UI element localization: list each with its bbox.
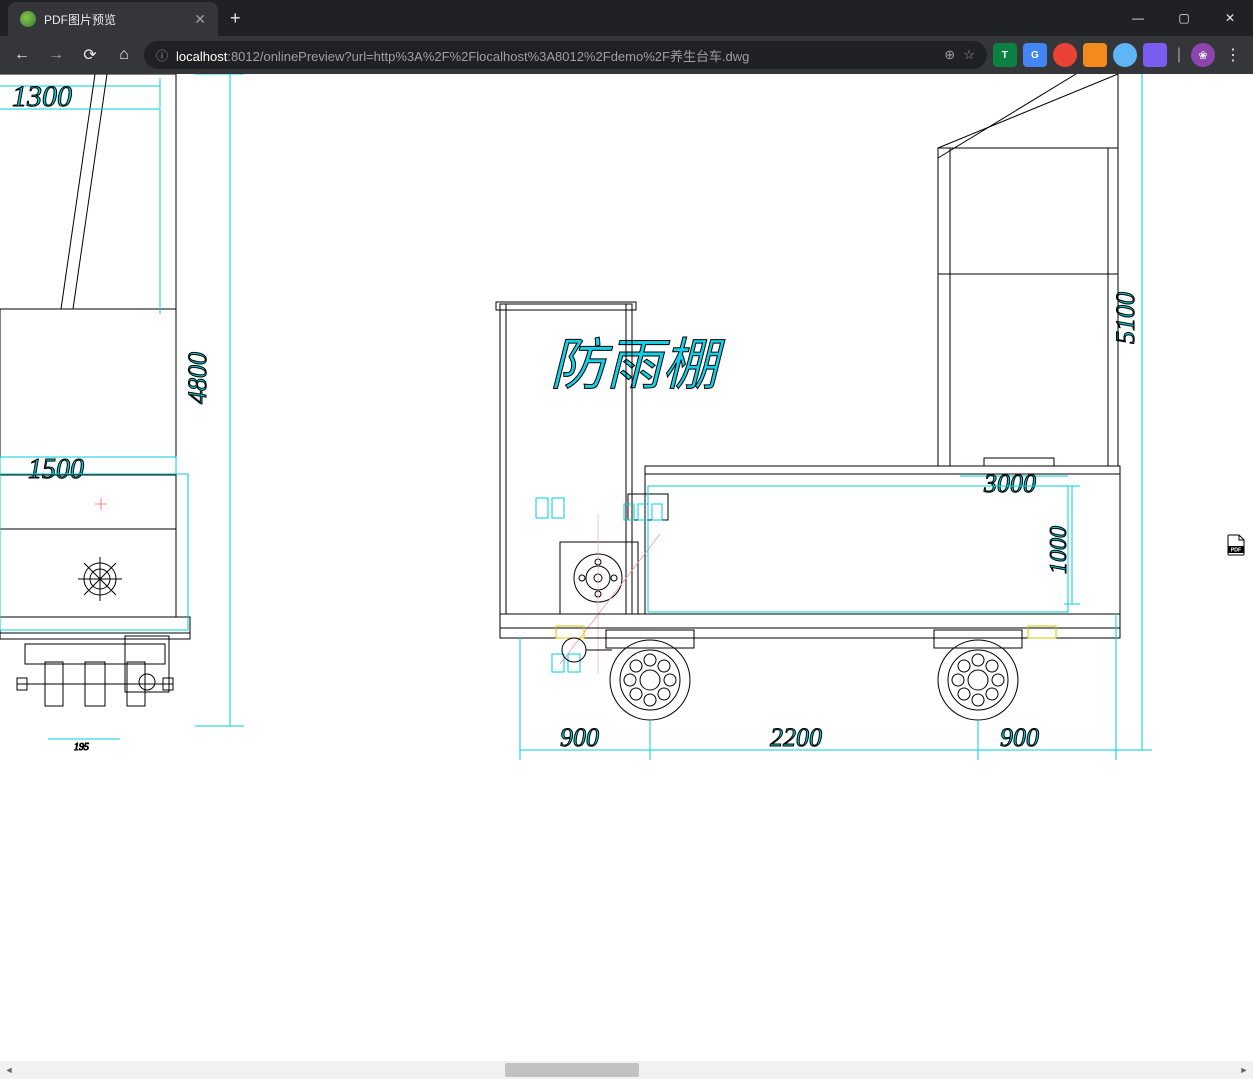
browser-tab[interactable]: PDF图片预览 ✕	[8, 2, 218, 36]
bookmark-star-icon[interactable]: ☆	[963, 47, 975, 63]
dim-4800: 4800	[183, 352, 212, 404]
extensions-separator: |	[1173, 46, 1185, 64]
extension-icon[interactable]	[1053, 43, 1077, 67]
browser-menu-button[interactable]: ⋮	[1221, 43, 1245, 67]
tab-favicon	[20, 11, 36, 27]
browser-toolbar: ← → ⟳ ⌂ ⓘ localhost:8012/onlinePreview?u…	[0, 36, 1253, 74]
cad-drawing-canvas: 4800 1300 1500	[0, 74, 1253, 1061]
address-bar[interactable]: ⓘ localhost:8012/onlinePreview?url=http%…	[144, 41, 987, 69]
label-rain-shelter: 防雨棚	[550, 333, 726, 396]
reload-button[interactable]: ⟳	[76, 41, 104, 69]
horizontal-scrollbar[interactable]: ◄ ►	[0, 1061, 1253, 1079]
zoom-icon[interactable]: ⊕	[944, 47, 955, 63]
new-tab-button[interactable]: +	[218, 8, 253, 29]
extension-icon[interactable]: G	[1023, 43, 1047, 67]
home-button[interactable]: ⌂	[110, 41, 138, 69]
dim-5100: 5100	[1111, 292, 1140, 344]
pdf-download-badge[interactable]: PDF	[1226, 534, 1246, 556]
tab-close-icon[interactable]: ✕	[194, 11, 206, 28]
dim-1500: 1500	[28, 454, 84, 485]
dim-1300: 1300	[12, 80, 72, 113]
tab-title: PDF图片预览	[44, 11, 116, 28]
url-path: :8012/onlinePreview?url=http%3A%2F%2Floc…	[227, 49, 749, 64]
extension-icon[interactable]	[1113, 43, 1137, 67]
window-close-button[interactable]: ✕	[1207, 0, 1253, 36]
dim-900b: 900	[1000, 723, 1039, 752]
svg-text:PDF: PDF	[1231, 548, 1241, 554]
profile-avatar[interactable]: ❀	[1191, 43, 1215, 67]
extension-icon[interactable]	[1143, 43, 1167, 67]
url-host: localhost	[176, 49, 227, 64]
back-button[interactable]: ←	[8, 41, 36, 69]
window-titlebar: PDF图片预览 ✕ + — ▢ ✕	[0, 0, 1253, 36]
scrollbar-track[interactable]	[18, 1061, 1235, 1079]
window-maximize-button[interactable]: ▢	[1161, 0, 1207, 36]
extension-icon[interactable]: T	[993, 43, 1017, 67]
dim-195: 195	[74, 742, 89, 753]
window-controls: — ▢ ✕	[1115, 0, 1253, 36]
forward-button[interactable]: →	[42, 41, 70, 69]
dim-3000: 3000	[983, 469, 1036, 498]
dim-2200: 2200	[770, 723, 822, 752]
scrollbar-thumb[interactable]	[505, 1063, 639, 1077]
dim-900a: 900	[560, 723, 599, 752]
site-info-icon[interactable]: ⓘ	[156, 47, 168, 64]
extension-icon[interactable]	[1083, 43, 1107, 67]
window-minimize-button[interactable]: —	[1115, 0, 1161, 36]
document-viewport[interactable]: 4800 1300 1500	[0, 74, 1253, 1061]
scroll-right-arrow-icon[interactable]: ►	[1235, 1061, 1253, 1079]
scroll-left-arrow-icon[interactable]: ◄	[0, 1061, 18, 1079]
